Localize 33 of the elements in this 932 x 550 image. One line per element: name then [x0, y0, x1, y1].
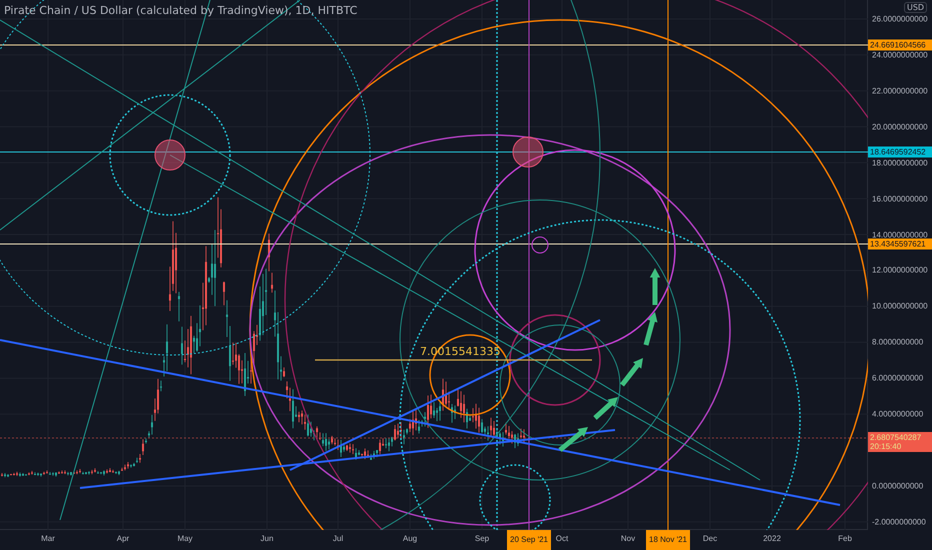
price-tick: 16.0000000000 — [872, 194, 928, 204]
price-tick: 8.0000000000 — [872, 338, 924, 347]
time-tick: Jul — [332, 534, 344, 543]
price-tick: 26.0000000000 — [872, 14, 928, 24]
price-tick: 4.0000000000 — [872, 410, 924, 419]
time-tick: Dec — [702, 534, 718, 543]
price-tick: 22.0000000000 — [872, 86, 928, 96]
price-tick: 0.0000000000 — [872, 481, 924, 490]
last-price-tag: 2.6807540287 20:15:40 — [868, 432, 932, 452]
date-tag: 20 Sep '21 — [507, 530, 551, 550]
price-tick: -2.0000000000 — [872, 517, 926, 526]
price-level-tag: 13.4345597621 — [868, 238, 932, 250]
time-tick: Aug — [402, 534, 418, 543]
date-tag: 18 Nov '21 — [646, 530, 690, 550]
time-tick: Mar — [41, 534, 55, 543]
time-tick: Oct — [556, 534, 568, 543]
time-tick: 2022 — [763, 534, 781, 543]
time-tick: Feb — [838, 534, 852, 543]
price-tick: 10.0000000000 — [872, 302, 928, 311]
time-tick: Jun — [260, 534, 274, 543]
time-tick: Apr — [116, 534, 130, 543]
price-tick: 14.0000000000 — [872, 230, 928, 240]
time-tick: Nov — [620, 534, 636, 543]
price-level-tag: 18.6469592452 — [868, 146, 932, 158]
currency-label[interactable]: USD — [904, 2, 928, 13]
price-level-tag: 24.6691604566 — [868, 40, 932, 50]
time-tick: Sep — [474, 534, 490, 543]
price-tick: 20.0000000000 — [872, 122, 928, 132]
price-tick: 12.0000000000 — [872, 266, 928, 275]
time-tick: May — [177, 534, 193, 543]
price-tick: 18.0000000000 — [872, 158, 928, 168]
price-tick: 6.0000000000 — [872, 374, 924, 383]
price-tick: 24.0000000000 — [872, 50, 928, 60]
